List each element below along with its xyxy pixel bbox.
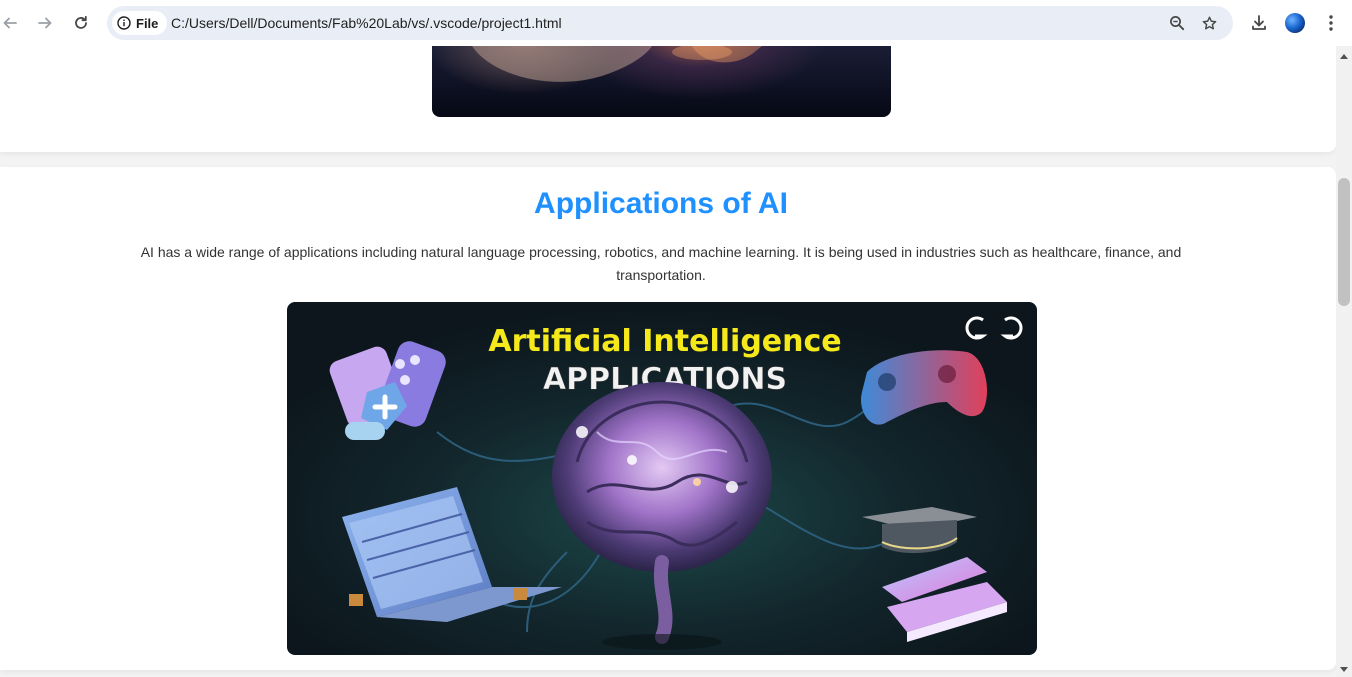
scroll-up-arrow-icon xyxy=(1340,54,1348,59)
url-text[interactable]: C:/Users/Dell/Documents/Fab%20Lab/vs/.vs… xyxy=(171,6,562,40)
forward-button[interactable] xyxy=(31,9,59,37)
back-button[interactable] xyxy=(0,9,24,37)
previous-section-image xyxy=(432,46,891,117)
profile-avatar xyxy=(1285,13,1305,33)
bookmark-button[interactable] xyxy=(1197,11,1221,35)
kebab-menu-icon xyxy=(1329,15,1333,31)
downloads-button[interactable] xyxy=(1245,9,1273,37)
menu-button[interactable] xyxy=(1317,9,1345,37)
scroll-up-button[interactable] xyxy=(1336,48,1352,64)
image-headline: Artificial Intelligence xyxy=(488,324,841,359)
star-icon xyxy=(1202,16,1216,30)
scrollbar-thumb[interactable] xyxy=(1338,178,1350,306)
ai-applications-image: Artificial Intelligence APPLICATIONS xyxy=(287,302,1037,655)
section-description: AI has a wide range of applications incl… xyxy=(140,244,1182,283)
scroll-down-arrow-icon xyxy=(1340,667,1348,672)
browser-toolbar: File C:/Users/Dell/Documents/Fab%20Lab/v… xyxy=(0,0,1352,46)
scroll-down-button[interactable] xyxy=(1336,662,1352,677)
reload-button[interactable] xyxy=(67,9,95,37)
site-info-chip[interactable]: File xyxy=(112,11,167,35)
address-bar[interactable]: File C:/Users/Dell/Documents/Fab%20Lab/v… xyxy=(107,6,1233,40)
ai-applications-illustration: Artificial Intelligence APPLICATIONS xyxy=(287,302,1037,655)
site-chip-label: File xyxy=(136,15,159,31)
applications-section: Applications of AI AI has a wide range o… xyxy=(0,167,1336,670)
vertical-scrollbar[interactable] xyxy=(1336,46,1352,677)
download-icon xyxy=(1252,15,1266,30)
section-title: Applications of AI xyxy=(534,187,788,220)
reload-icon xyxy=(75,15,87,29)
back-arrow-icon xyxy=(3,17,17,29)
zoom-button[interactable] xyxy=(1165,11,1189,35)
previous-section-card xyxy=(0,46,1336,152)
profile-button[interactable] xyxy=(1281,9,1309,37)
info-icon xyxy=(117,16,131,30)
hand-glow-illustration xyxy=(472,46,762,82)
page-viewport: Applications of AI AI has a wide range o… xyxy=(0,46,1336,677)
zoom-icon xyxy=(1170,16,1185,31)
forward-arrow-icon xyxy=(38,17,52,29)
